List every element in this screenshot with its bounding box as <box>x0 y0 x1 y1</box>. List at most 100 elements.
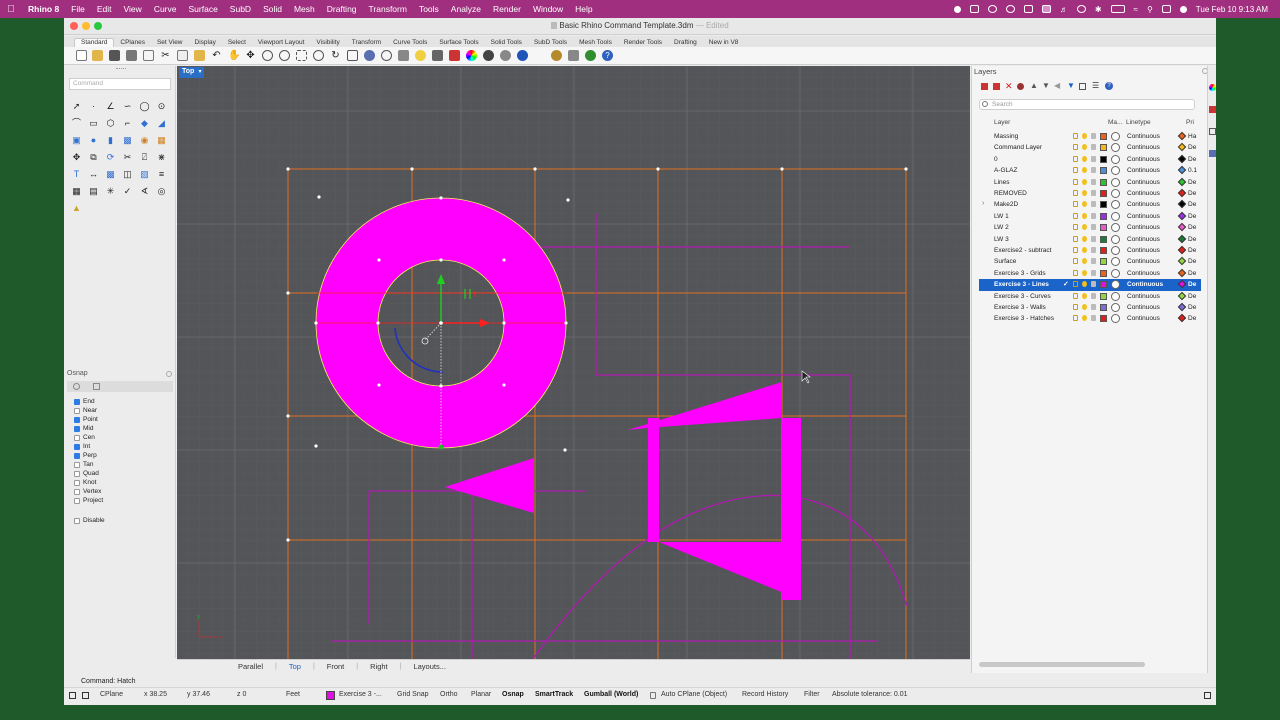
save-icon[interactable] <box>109 50 120 61</box>
zoom-selected-icon[interactable] <box>313 50 324 61</box>
menu-render[interactable]: Render <box>487 4 527 14</box>
tab-cplanes[interactable]: CPlanes <box>114 39 151 47</box>
copy-tool-icon[interactable]: ⧉ <box>87 151 100 164</box>
rotate-view-icon[interactable]: ✥ <box>245 50 256 61</box>
current-layer-name[interactable]: Exercise 3 -... <box>339 691 382 698</box>
lock-toggle-icon[interactable] <box>1073 224 1078 231</box>
layer-name[interactable]: 0 <box>994 156 998 163</box>
print-color-swatch[interactable] <box>1177 200 1187 209</box>
visibility-bulb-icon[interactable] <box>1082 304 1087 310</box>
osnap-disable[interactable]: Disable <box>74 516 105 525</box>
material-swatch[interactable] <box>1111 177 1120 187</box>
lock-toggle-icon[interactable] <box>1073 304 1078 310</box>
layer-color-swatch[interactable] <box>1100 247 1107 254</box>
layers-scrollbar[interactable] <box>979 662 1145 667</box>
print-width[interactable]: Ha <box>1188 133 1196 140</box>
layer-row[interactable]: REMOVED Continuous De <box>979 188 1201 199</box>
paste-icon[interactable] <box>194 50 205 61</box>
menu-curve[interactable]: Curve <box>148 4 183 14</box>
volume-icon[interactable]: ♬ <box>1060 5 1068 14</box>
top-viewport[interactable]: x y Top ▾ <box>177 66 970 660</box>
join-icon[interactable]: ⋇ <box>155 151 168 164</box>
layer-settings-icon[interactable] <box>1017 83 1024 90</box>
lock-toggle-icon[interactable] <box>1073 315 1078 322</box>
select-arrow-icon[interactable]: ➚ <box>70 100 83 113</box>
osnap-mid-checkbox[interactable] <box>74 425 80 432</box>
print-color-swatch[interactable] <box>1177 211 1187 221</box>
material-swatch[interactable] <box>1111 291 1120 301</box>
cylinder-icon[interactable]: ▮ <box>104 134 117 147</box>
tab-layouts[interactable]: Layouts... <box>407 662 452 671</box>
layer-color-swatch[interactable] <box>1100 155 1107 163</box>
lock-toggle-icon[interactable] <box>1073 133 1078 139</box>
layer-name[interactable]: Make2D <box>994 201 1018 208</box>
hatch-icon[interactable]: ▧ <box>138 168 151 181</box>
lock-toggle-icon[interactable] <box>1073 167 1078 174</box>
material-swatch[interactable] <box>1111 200 1120 210</box>
print-toggle-icon[interactable] <box>1091 144 1096 151</box>
menu-solid[interactable]: Solid <box>257 4 288 14</box>
cplane-indicator[interactable]: CPlane <box>100 691 123 698</box>
layer-row[interactable]: › Make2D Continuous De <box>979 199 1201 210</box>
print-toggle-icon[interactable] <box>1091 235 1096 242</box>
print-toggle-icon[interactable] <box>1091 258 1096 265</box>
tab-visibility[interactable]: Visibility <box>310 39 345 47</box>
layer-row[interactable]: Exercise2 - subtract Continuous De <box>979 245 1201 256</box>
layer-color-swatch[interactable] <box>1100 258 1107 266</box>
viewport-canvas[interactable]: x y <box>177 66 970 660</box>
arc-icon[interactable]: ⌒ <box>70 117 83 130</box>
boolean-icon[interactable]: ◉ <box>138 134 151 147</box>
layer-color-swatch[interactable] <box>1100 167 1107 175</box>
layer-name[interactable]: Exercise 3 - Walls <box>994 304 1046 311</box>
print-toggle-icon[interactable] <box>1091 304 1096 310</box>
ortho-toggle[interactable]: Ortho <box>440 691 458 698</box>
loft-icon[interactable]: ◢ <box>155 117 168 130</box>
text-icon[interactable]: T <box>70 168 83 181</box>
print-toggle-icon[interactable] <box>1091 167 1096 174</box>
layer-row[interactable]: LW 3 Continuous De <box>979 234 1201 245</box>
four-viewports-icon[interactable] <box>347 50 358 61</box>
layer-color-swatch[interactable] <box>1100 178 1107 186</box>
delete-layer-icon[interactable]: ✕ <box>1005 81 1013 92</box>
battery-icon[interactable] <box>1110 5 1125 13</box>
planar-toggle[interactable]: Planar <box>471 691 491 698</box>
export-icon[interactable] <box>143 50 154 61</box>
print-width[interactable]: De <box>1188 201 1196 208</box>
siri-icon[interactable] <box>1179 5 1187 13</box>
layer-color-swatch[interactable] <box>1100 269 1107 277</box>
material-swatch[interactable] <box>1111 257 1120 267</box>
bluetooth-icon[interactable]: ✱ <box>1095 5 1102 14</box>
osnap-knot[interactable]: Knot <box>74 478 96 487</box>
layer-row[interactable]: Massing Continuous Ha <box>979 131 1201 142</box>
layer-name[interactable]: Exercise 3 - Curves <box>994 293 1051 300</box>
visibility-bulb-icon[interactable] <box>1082 269 1087 276</box>
layer-row[interactable]: Lines Continuous De <box>979 177 1201 188</box>
filter-icon[interactable]: ▼ <box>1067 81 1075 90</box>
layer-name[interactable]: A-GLAZ <box>994 167 1017 174</box>
tab-new-in-v8[interactable]: New in V8 <box>703 39 745 47</box>
material-swatch[interactable] <box>1111 189 1120 198</box>
tab-display[interactable]: Display <box>189 39 222 47</box>
print-toggle-icon[interactable] <box>1091 178 1096 185</box>
layer-linetype[interactable]: Continuous <box>1127 224 1160 231</box>
tab-standard[interactable]: Standard <box>74 38 115 47</box>
command-input[interactable]: Command <box>69 78 171 90</box>
lock-toggle-icon[interactable] <box>1073 292 1078 299</box>
visibility-bulb-icon[interactable] <box>1082 247 1087 253</box>
lock-toggle-icon[interactable] <box>1073 258 1078 265</box>
point-icon[interactable]: · <box>87 100 100 113</box>
print-width[interactable]: 0.1 <box>1188 167 1197 174</box>
print-color-swatch[interactable] <box>1177 268 1187 278</box>
layer-row[interactable]: LW 1 Continuous De <box>979 211 1201 222</box>
new-sublayer-icon[interactable] <box>993 83 1000 90</box>
layer-name[interactable]: LW 3 <box>994 236 1009 243</box>
menu-drafting[interactable]: Drafting <box>321 4 363 14</box>
tab-set-view[interactable]: Set View <box>151 39 189 47</box>
tab-solid-tools[interactable]: Solid Tools <box>485 39 528 47</box>
layer-properties-icon[interactable] <box>449 50 460 61</box>
lock-toggle-icon[interactable] <box>1073 178 1078 185</box>
box-icon[interactable]: ▣ <box>70 134 83 147</box>
mesh-icon[interactable]: ▦ <box>155 134 168 147</box>
visibility-bulb-icon[interactable] <box>1082 190 1087 196</box>
columns-icon[interactable] <box>1079 83 1086 90</box>
